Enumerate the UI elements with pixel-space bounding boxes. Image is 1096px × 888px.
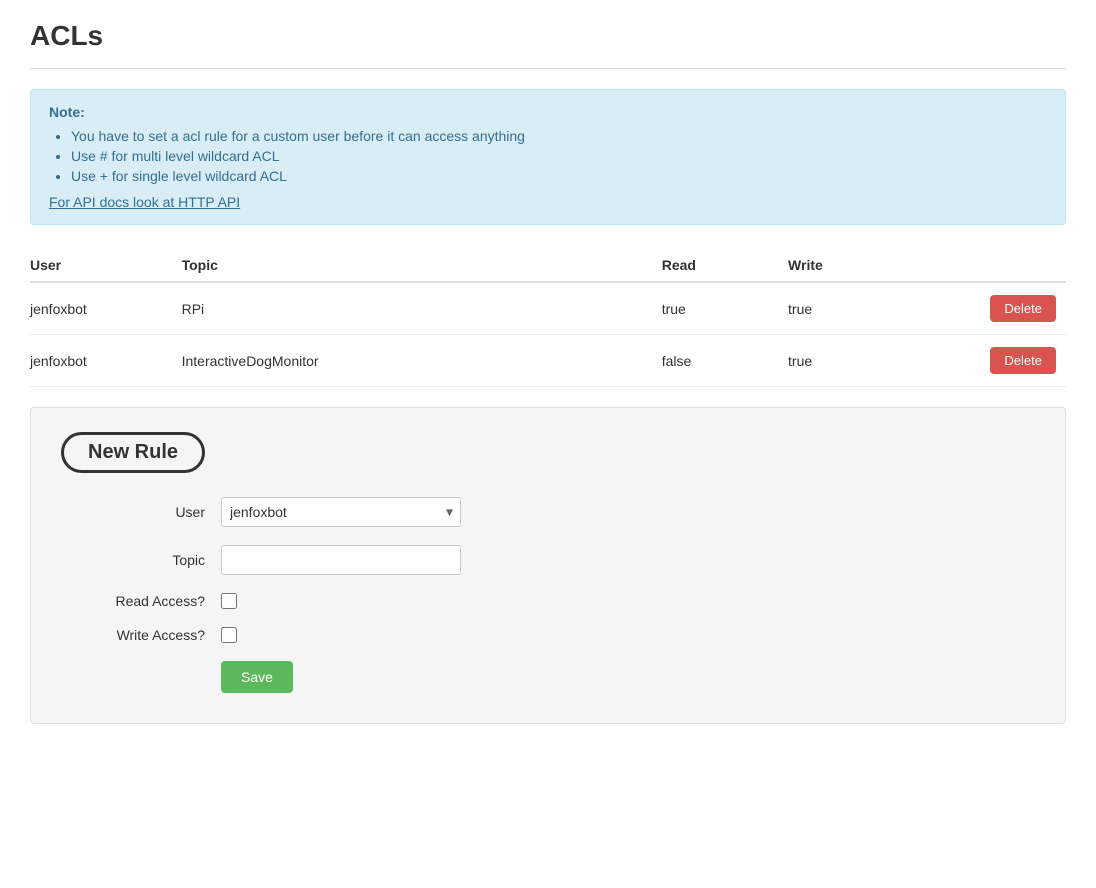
title-divider bbox=[30, 68, 1066, 69]
row1-read: true bbox=[662, 282, 788, 335]
write-access-form-group: Write Access? bbox=[61, 627, 1035, 643]
table-header-row: User Topic Read Write bbox=[30, 249, 1066, 282]
acl-table: User Topic Read Write jenfoxbot RPi true… bbox=[30, 249, 1066, 387]
new-rule-title: New Rule bbox=[61, 432, 205, 473]
col-header-topic: Topic bbox=[182, 249, 662, 282]
save-button[interactable]: Save bbox=[221, 661, 293, 693]
row2-user: jenfoxbot bbox=[30, 335, 182, 387]
write-access-checkbox[interactable] bbox=[221, 627, 237, 643]
user-select[interactable]: jenfoxbot bbox=[221, 497, 461, 527]
user-form-group: User jenfoxbot bbox=[61, 497, 1035, 527]
note-list: You have to set a acl rule for a custom … bbox=[49, 128, 1047, 184]
note-title: Note: bbox=[49, 104, 1047, 120]
note-box: Note: You have to set a acl rule for a c… bbox=[30, 89, 1066, 225]
topic-label: Topic bbox=[61, 552, 221, 568]
row2-read: false bbox=[662, 335, 788, 387]
row2-delete-button[interactable]: Delete bbox=[990, 347, 1056, 374]
write-access-label: Write Access? bbox=[61, 627, 221, 643]
row2-write: true bbox=[788, 335, 914, 387]
topic-form-group: Topic bbox=[61, 545, 1035, 575]
row2-topic: InteractiveDogMonitor bbox=[182, 335, 662, 387]
new-rule-section: New Rule User jenfoxbot Topic Read Acces… bbox=[30, 407, 1066, 724]
page-title: ACLs bbox=[30, 20, 1066, 52]
col-header-write: Write bbox=[788, 249, 914, 282]
user-select-wrapper: jenfoxbot bbox=[221, 497, 461, 527]
row1-action: Delete bbox=[914, 282, 1066, 335]
read-access-label: Read Access? bbox=[61, 593, 221, 609]
table-row: jenfoxbot RPi true true Delete bbox=[30, 282, 1066, 335]
row1-delete-button[interactable]: Delete bbox=[990, 295, 1056, 322]
col-header-user: User bbox=[30, 249, 182, 282]
read-access-form-group: Read Access? bbox=[61, 593, 1035, 609]
user-label: User bbox=[61, 504, 221, 520]
table-row: jenfoxbot InteractiveDogMonitor false tr… bbox=[30, 335, 1066, 387]
row1-write: true bbox=[788, 282, 914, 335]
row1-topic: RPi bbox=[182, 282, 662, 335]
col-header-read: Read bbox=[662, 249, 788, 282]
api-docs-link[interactable]: For API docs look at HTTP API bbox=[49, 194, 240, 210]
acl-table-section: User Topic Read Write jenfoxbot RPi true… bbox=[30, 249, 1066, 387]
read-access-checkbox[interactable] bbox=[221, 593, 237, 609]
col-header-action bbox=[914, 249, 1066, 282]
note-item-2: Use # for multi level wildcard ACL bbox=[71, 148, 1047, 164]
row1-user: jenfoxbot bbox=[30, 282, 182, 335]
row2-action: Delete bbox=[914, 335, 1066, 387]
save-button-row: Save bbox=[61, 661, 1035, 693]
topic-input[interactable] bbox=[221, 545, 461, 575]
note-item-3: Use + for single level wildcard ACL bbox=[71, 168, 1047, 184]
note-item-1: You have to set a acl rule for a custom … bbox=[71, 128, 1047, 144]
